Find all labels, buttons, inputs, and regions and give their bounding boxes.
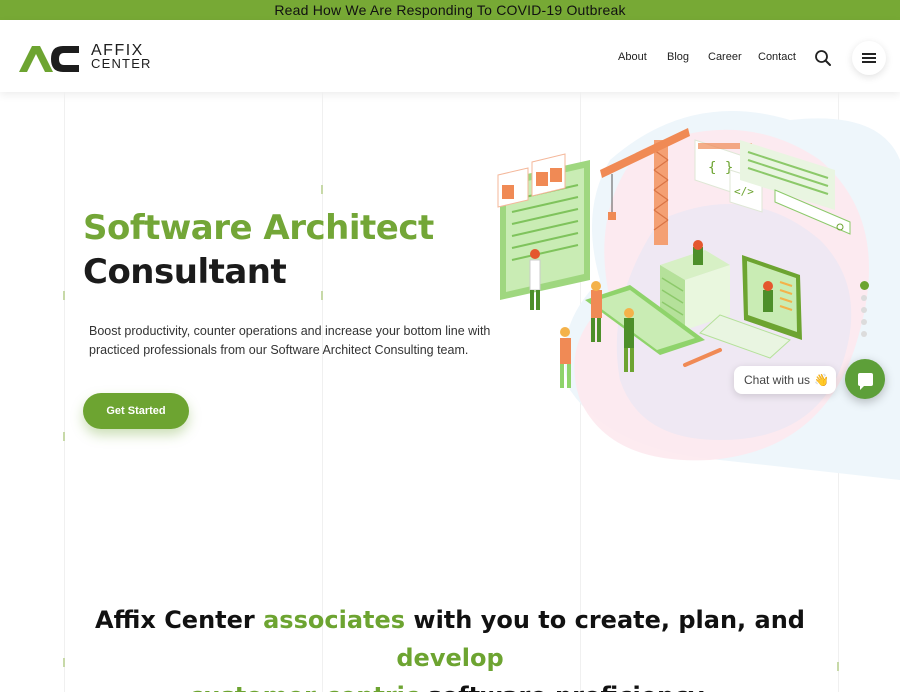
slider-dot-4[interactable]: [861, 319, 867, 325]
tagline-highlight-develop: develop: [396, 644, 504, 672]
grid-tick: [63, 432, 65, 441]
hamburger-menu-button[interactable]: [852, 41, 886, 75]
logo-wordmark: AFFIX CENTER: [91, 43, 152, 71]
brand-logo[interactable]: AFFIX CENTER: [19, 43, 159, 74]
search-icon[interactable]: [814, 49, 832, 67]
waving-hand-icon: 👋: [814, 373, 829, 387]
nav-career[interactable]: Career: [708, 51, 742, 63]
logo-line2: CENTER: [91, 56, 152, 71]
menu-icon: [862, 51, 876, 65]
tagline-part1: Affix Center: [95, 606, 264, 634]
chat-label-text: Chat with us: [744, 373, 811, 387]
tagline-part2: with you to create, plan, and: [405, 606, 805, 634]
tagline-highlight-customer-centric: customer-centric: [189, 682, 419, 692]
logo-mark-icon: [19, 46, 79, 72]
grid-tick: [321, 185, 323, 194]
svg-text:</>: </>: [734, 185, 754, 198]
grid-tick: [63, 291, 65, 300]
nav-contact[interactable]: Contact: [758, 51, 796, 63]
chat-launcher-button[interactable]: [845, 359, 885, 399]
slider-dot-5[interactable]: [861, 331, 867, 337]
tagline-part3: software proficiency.: [419, 682, 710, 692]
chat-prompt[interactable]: Chat with us 👋: [734, 366, 836, 394]
slider-dot-1[interactable]: [860, 281, 869, 290]
slider-dot-2[interactable]: [861, 295, 867, 301]
nav-about[interactable]: About: [618, 51, 647, 63]
tagline-highlight-associates: associates: [263, 606, 406, 634]
get-started-button[interactable]: Get Started: [83, 393, 189, 429]
hero-title: Software Architect Consultant: [83, 206, 434, 294]
hero-illustration: { } </>: [497, 111, 900, 480]
slider-dot-3[interactable]: [861, 307, 867, 313]
chat-bubble-icon: [857, 372, 873, 390]
announcement-bar: Read How We Are Responding To COVID-19 O…: [0, 0, 900, 20]
hero-description: Boost productivity, counter operations a…: [89, 324, 491, 357]
nav-blog[interactable]: Blog: [667, 51, 689, 63]
hero-title-line1: Software Architect: [83, 208, 434, 248]
announcement-link[interactable]: Read How We Are Responding To COVID-19 O…: [274, 2, 625, 18]
hero-title-line2: Consultant: [83, 252, 287, 292]
site-header: AFFIX CENTER About Blog Career Contact: [0, 20, 900, 92]
section-tagline: Affix Center associates with you to crea…: [60, 601, 840, 692]
